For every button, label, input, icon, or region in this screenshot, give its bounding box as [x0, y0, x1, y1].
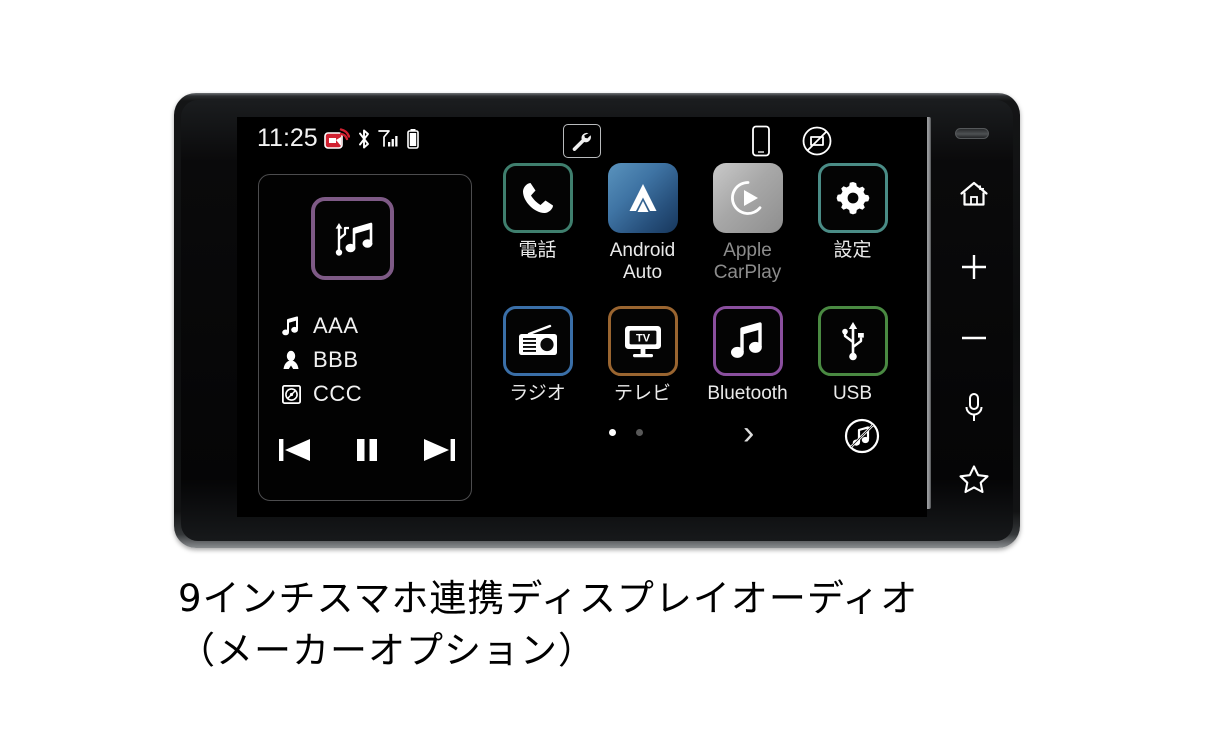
minus-icon[interactable]: [959, 323, 989, 358]
app-label: 設定: [833, 240, 872, 261]
gear-icon[interactable]: [817, 163, 888, 233]
media-player-card[interactable]: AAA BBB CCC: [258, 174, 472, 501]
app-label: Bluetooth: [707, 383, 788, 404]
tv-icon[interactable]: TV: [607, 306, 678, 376]
status-bar-right-group: [751, 125, 833, 157]
transport-controls: [272, 431, 462, 469]
app-tv[interactable]: TV テレビ: [590, 306, 695, 405]
album-name: CCC: [313, 381, 363, 406]
head-unit-device: 11:25 AAA BBB CCC 電話 Android Auto Apple …: [174, 93, 1020, 548]
page-indicator: [609, 429, 643, 436]
battery-icon: [406, 128, 420, 150]
microphone-icon[interactable]: [962, 392, 986, 429]
clock: 11:25: [257, 124, 318, 152]
app-radio[interactable]: ラジオ: [485, 306, 590, 405]
caption: 9インチスマホ連携ディスプレイオーディオ （メーカーオプション）: [178, 573, 1078, 677]
apple-carplay-icon[interactable]: [712, 163, 783, 233]
next-page-chevron-icon[interactable]: ›: [743, 416, 754, 450]
bluetooth-icon: [356, 128, 372, 150]
page-dot[interactable]: [636, 429, 643, 436]
track-title: AAA: [313, 313, 359, 338]
artist-icon: [281, 350, 301, 370]
app-bluetooth-audio[interactable]: Bluetooth: [695, 306, 800, 405]
phone-icon[interactable]: [502, 163, 573, 233]
voice-key[interactable]: [943, 388, 1005, 432]
caption-line-2: （メーカーオプション）: [178, 629, 596, 672]
status-bar: 11:25: [237, 117, 927, 165]
app-label-line2: Auto: [622, 262, 663, 283]
track-info-list: AAA BBB CCC: [281, 309, 461, 411]
phone-device-icon: [751, 125, 771, 157]
audio-mute-icon[interactable]: [843, 417, 881, 460]
album-disc-icon: [281, 384, 301, 404]
app-grid-row: ラジオ TV テレビ Bluetooth USB: [485, 306, 905, 405]
app-settings[interactable]: 設定: [800, 163, 905, 284]
status-bar-left-group: 11:25: [257, 126, 420, 151]
app-label: Apple CarPlay: [714, 240, 782, 284]
svg-text:TV: TV: [635, 333, 650, 345]
track-row: CCC: [281, 377, 461, 411]
pause-button[interactable]: [343, 431, 391, 469]
app-label: USB: [832, 383, 873, 404]
artist-name: BBB: [313, 347, 359, 372]
no-display-icon: [801, 125, 833, 157]
next-track-button[interactable]: [414, 431, 462, 469]
previous-track-button[interactable]: [272, 431, 320, 469]
app-label: ラジオ: [509, 383, 566, 404]
device-bezel: 11:25 AAA BBB CCC 電話 Android Auto Apple …: [181, 100, 1013, 541]
app-usb[interactable]: USB: [800, 306, 905, 405]
app-label-line1: Android: [609, 240, 676, 261]
track-row: BBB: [281, 343, 461, 377]
app-android-auto[interactable]: Android Auto: [590, 163, 695, 284]
home-icon[interactable]: [959, 180, 989, 213]
page-dot-active[interactable]: [609, 429, 616, 436]
tools-button[interactable]: [563, 124, 601, 158]
app-label: Android Auto: [610, 240, 676, 284]
usb-music-icon[interactable]: [311, 197, 394, 280]
favorite-key[interactable]: [943, 459, 1005, 503]
volume-up-key[interactable]: [943, 247, 1005, 291]
usb-icon[interactable]: [817, 306, 888, 376]
wrench-icon[interactable]: [563, 124, 601, 158]
app-label-line1: Apple: [723, 240, 772, 261]
sensor-slot: [955, 128, 989, 139]
volume-down-key[interactable]: [943, 318, 1005, 362]
signal-bars-icon: [377, 128, 400, 150]
bottom-bar: ›: [485, 413, 915, 454]
display-screen[interactable]: 11:25 AAA BBB CCC 電話 Android Auto Apple …: [237, 117, 927, 517]
music-note-icon[interactable]: [712, 306, 783, 376]
app-label: テレビ: [613, 383, 671, 404]
app-grid-row: 電話 Android Auto Apple CarPlay 設定: [485, 163, 905, 284]
app-grid: 電話 Android Auto Apple CarPlay 設定 ラジオ TV …: [485, 163, 905, 405]
app-label-line2: CarPlay: [713, 262, 782, 283]
data-broadcast-icon: [323, 127, 350, 151]
home-key[interactable]: [943, 174, 1005, 218]
caption-line-1: 9インチスマホ連携ディスプレイオーディオ: [178, 577, 919, 620]
app-phone[interactable]: 電話: [485, 163, 590, 284]
music-note-icon: [281, 316, 301, 336]
star-icon[interactable]: [958, 464, 990, 499]
radio-icon[interactable]: [502, 306, 573, 376]
plus-icon[interactable]: [959, 252, 989, 287]
hardkey-panel: [943, 114, 1005, 518]
app-label: 電話: [518, 240, 557, 261]
app-apple-carplay[interactable]: Apple CarPlay: [695, 163, 800, 284]
track-row: AAA: [281, 309, 461, 343]
android-auto-icon[interactable]: [607, 163, 678, 233]
